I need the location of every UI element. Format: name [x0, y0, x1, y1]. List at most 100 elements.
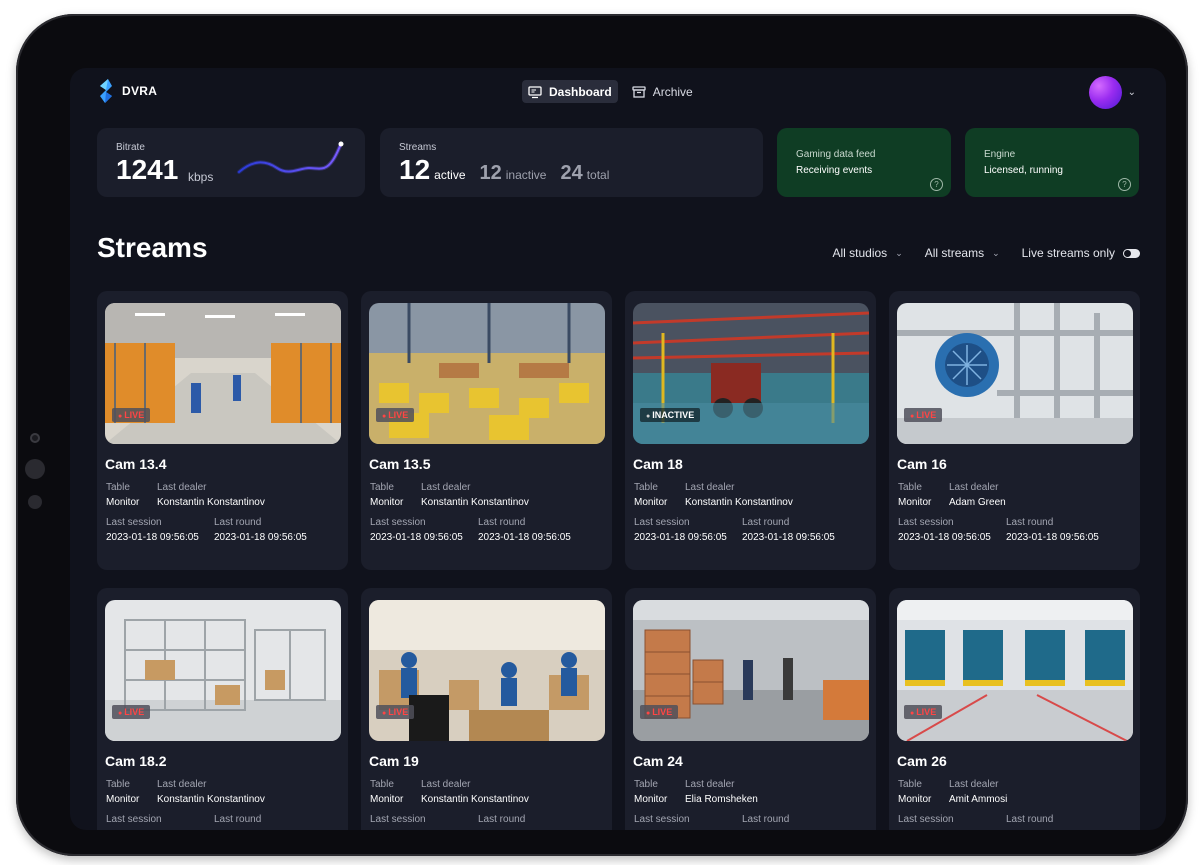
table-label: Table — [634, 482, 658, 493]
monitor-icon — [528, 85, 542, 98]
dealer-value: Amit Ammosi — [949, 794, 1008, 805]
stream-card[interactable]: LIVE Cam 18.2 Table Monitor Last dealer … — [97, 588, 348, 830]
round-field: Last round 2023-01-18 09:56:05 — [214, 517, 307, 543]
stream-card[interactable]: LIVE Cam 13.4 Table Monitor Last dealer … — [97, 291, 348, 570]
session-field: Last session 2023-01-18 09:56:05 — [370, 517, 463, 543]
session-value: 2023-01-18 09:56:05 — [898, 532, 991, 543]
stream-card[interactable]: LIVE Cam 13.5 Table Monitor Last dealer … — [361, 291, 612, 570]
round-value: 2023-01-18 09:56:05 — [478, 532, 571, 543]
stream-card[interactable]: LIVE Cam 24 Table Monitor Last dealer El… — [625, 588, 876, 830]
stream-filter[interactable]: All streams ⌄ — [925, 246, 1000, 260]
bitrate-label: Bitrate — [116, 142, 145, 153]
round-label: Last round — [1006, 517, 1054, 528]
stream-thumbnail[interactable] — [105, 600, 341, 741]
stream-thumbnail[interactable] — [369, 600, 605, 741]
stream-card[interactable]: LIVE Cam 16 Table Monitor Last dealer Ad… — [889, 291, 1140, 570]
stream-thumbnail[interactable] — [633, 303, 869, 444]
nav-archive[interactable]: Archive — [626, 80, 699, 103]
home-button — [25, 459, 45, 479]
bitrate-sparkline — [237, 141, 344, 174]
session-field: Last session — [634, 814, 690, 829]
nav-dashboard-label: Dashboard — [549, 84, 612, 99]
cam-name: Cam 19 — [369, 753, 419, 769]
gaming-feed-status: Receiving events — [796, 165, 873, 176]
dealer-value: Konstantin Konstantinov — [157, 794, 265, 805]
tablet-frame: DVRA Dashboard Archive ⌄ Bitrate 1241 kb… — [16, 14, 1188, 856]
chevron-down-icon[interactable]: ⌄ — [1128, 87, 1136, 98]
dealer-field: Last dealer Elia Romsheken — [685, 779, 758, 805]
session-value: 2023-01-18 09:56:05 — [634, 532, 727, 543]
round-value: 2023-01-18 09:56:05 — [214, 532, 307, 543]
dealer-field: Last dealer Konstantin Konstantinov — [421, 482, 529, 508]
streams-card: Streams 12 active 12 inactive 24 total — [380, 128, 763, 197]
cam-name: Cam 26 — [897, 753, 947, 769]
session-field: Last session 2023-01-18 09:56:05 — [898, 517, 991, 543]
session-field: Last session 2023-01-18 09:56:05 — [634, 517, 727, 543]
dealer-field: Last dealer Konstantin Konstantinov — [157, 779, 265, 805]
status-badge: LIVE — [112, 705, 151, 719]
user-menu[interactable]: ⌄ — [1088, 76, 1136, 109]
dealer-field: Last dealer Konstantin Konstantinov — [421, 779, 529, 805]
dealer-value: Konstantin Konstantinov — [421, 794, 529, 805]
round-value: 2023-01-18 09:56:05 — [742, 532, 835, 543]
stream-thumbnail[interactable] — [105, 303, 341, 444]
stream-thumbnail[interactable] — [897, 303, 1133, 444]
round-field: Last round 2023-01-18 09:56:05 — [1006, 517, 1099, 543]
logo-icon — [100, 79, 112, 103]
inactive-label: inactive — [505, 168, 547, 182]
stream-card[interactable]: LIVE Cam 26 Table Monitor Last dealer Am… — [889, 588, 1140, 830]
session-field: Last session — [106, 814, 162, 829]
dealer-label: Last dealer — [949, 482, 999, 493]
live-only-toggle[interactable] — [1123, 248, 1140, 258]
round-field: Last round 2023-01-18 09:56:05 — [742, 517, 835, 543]
round-label: Last round — [478, 814, 526, 825]
round-field: Last round — [742, 814, 789, 829]
filters-bar: All studios ⌄ All streams ⌄ Live streams o… — [832, 246, 1140, 260]
table-label: Table — [106, 779, 130, 790]
avatar[interactable] — [1088, 76, 1122, 109]
nav-dashboard[interactable]: Dashboard — [522, 80, 618, 103]
table-label: Table — [370, 482, 394, 493]
dealer-value: Konstantin Konstantinov — [157, 497, 265, 508]
cam-name: Cam 13.4 — [105, 456, 167, 472]
studio-filter[interactable]: All studios ⌄ — [832, 246, 902, 260]
bitrate-card: Bitrate 1241 kbps — [97, 128, 365, 197]
camera-dot — [30, 433, 40, 443]
session-label: Last session — [370, 517, 426, 528]
session-label: Last session — [106, 814, 162, 825]
round-field: Last round 2023-01-18 09:56:05 — [478, 517, 571, 543]
studio-filter-label: All studios — [832, 246, 888, 260]
dealer-label: Last dealer — [421, 779, 471, 790]
app-logo[interactable]: DVRA — [96, 78, 157, 104]
dealer-value: Elia Romsheken — [685, 794, 758, 805]
gaming-feed-card: Gaming data feed Receiving events ? — [777, 128, 951, 197]
stream-thumbnail[interactable] — [897, 600, 1133, 741]
status-badge: LIVE — [112, 408, 151, 422]
table-label: Table — [898, 779, 922, 790]
stream-thumbnail[interactable] — [369, 303, 605, 444]
status-badge: INACTIVE — [640, 408, 701, 422]
stream-thumbnail[interactable] — [633, 600, 869, 741]
dealer-value: Konstantin Konstantinov — [421, 497, 529, 508]
page-title: Streams — [97, 232, 208, 263]
table-value: Monitor — [106, 497, 140, 508]
engine-status: Licensed, running — [984, 165, 1063, 176]
sensor-dot — [28, 495, 42, 509]
stream-card[interactable]: INACTIVE Cam 18 Table Monitor Last deale… — [625, 291, 876, 570]
help-icon[interactable]: ? — [930, 178, 943, 191]
table-field: Table Monitor — [370, 482, 403, 508]
session-label: Last session — [634, 517, 690, 528]
stream-card[interactable]: LIVE Cam 19 Table Monitor Last dealer Ko… — [361, 588, 612, 830]
engine-title: Engine — [984, 149, 1016, 160]
table-label: Table — [370, 779, 394, 790]
live-only-filter[interactable]: Live streams only — [1022, 246, 1140, 260]
session-label: Last session — [106, 517, 162, 528]
table-field: Table Monitor — [106, 482, 139, 508]
round-field: Last round — [214, 814, 261, 829]
chevron-down-icon: ⌄ — [992, 247, 1000, 258]
cam-name: Cam 18.2 — [105, 753, 167, 769]
dealer-label: Last dealer — [421, 482, 471, 493]
dealer-field: Last dealer Adam Green — [949, 482, 1006, 508]
help-icon[interactable]: ? — [1118, 178, 1131, 191]
top-bar: DVRA Dashboard Archive ⌄ — [70, 68, 1166, 118]
